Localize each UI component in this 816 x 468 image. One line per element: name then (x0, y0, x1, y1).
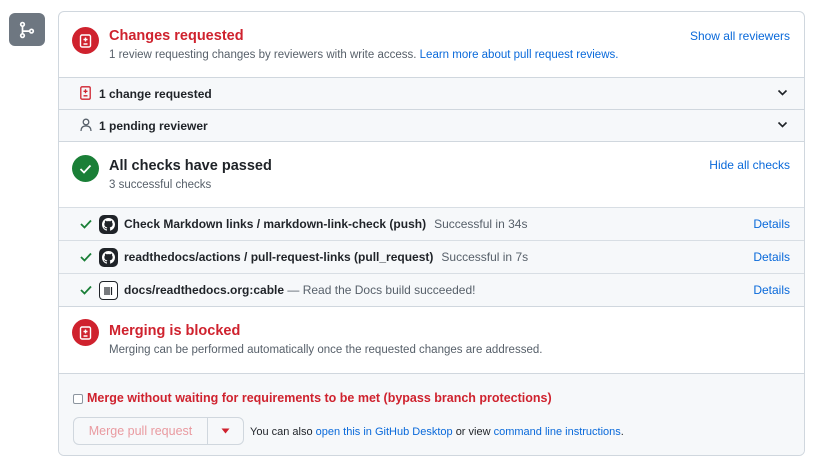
check-name-text: docs/readthedocs.org:cable (124, 283, 285, 297)
check-icon (80, 219, 92, 229)
check-name: readthedocs/actions / pull-request-links… (124, 250, 528, 264)
file-diff-icon (79, 325, 92, 340)
git-branch-icon (19, 21, 35, 38)
triangle-down-icon (221, 428, 230, 434)
bypass-checkbox[interactable] (73, 394, 83, 404)
check-item: Check Markdown links / markdown-link-che… (59, 207, 804, 240)
merging-blocked-subtitle: Merging can be performed automatically o… (109, 344, 543, 356)
alternative-merge-text: You can also open this in GitHub Desktop… (250, 426, 624, 438)
check-name-text: readthedocs/actions / pull-request-links… (124, 250, 434, 264)
changes-requested-subtitle-text: 1 review requesting changes by reviewers… (109, 49, 417, 61)
chevron-down-icon[interactable] (777, 89, 788, 97)
learn-more-reviews-link[interactable]: Learn more about pull request reviews. (420, 49, 619, 61)
check-details-link[interactable]: Details (753, 250, 790, 264)
divider (59, 306, 804, 307)
open-in-desktop-link[interactable]: open this in GitHub Desktop (316, 426, 453, 438)
hide-all-checks-link[interactable]: Hide all checks (709, 158, 790, 172)
check-icon (79, 164, 92, 174)
check-details-link[interactable]: Details (753, 217, 790, 231)
changes-requested-subtitle: 1 review requesting changes by reviewers… (109, 49, 618, 61)
check-icon (80, 252, 92, 262)
merge-pull-request-button[interactable]: Merge pull request (74, 418, 208, 444)
pending-reviewer-label: 1 pending reviewer (99, 119, 208, 133)
pending-reviewer-row[interactable]: 1 pending reviewer (59, 110, 804, 141)
alt-middle-text: or view (455, 426, 491, 438)
alt-prefix-text: You can also (250, 426, 313, 438)
file-diff-icon (80, 86, 91, 100)
merge-button-group: Merge pull request (73, 417, 244, 445)
show-all-reviewers-link[interactable]: Show all reviewers (690, 29, 790, 43)
merge-box: Merge without waiting for requirements t… (59, 373, 804, 455)
merging-blocked-status-icon (72, 319, 99, 346)
changes-requested-status-icon (72, 27, 99, 54)
person-icon (80, 118, 92, 132)
github-logo-icon (99, 248, 118, 267)
checks-title: All checks have passed (109, 158, 272, 174)
merging-blocked-title: Merging is blocked (109, 323, 241, 339)
bypass-label[interactable]: Merge without waiting for requirements t… (87, 391, 552, 405)
change-requested-label: 1 change requested (99, 87, 212, 101)
check-name: docs/readthedocs.org:cable — Read the Do… (124, 283, 476, 297)
github-logo-icon (99, 215, 118, 234)
check-description: — Read the Docs build succeeded! (284, 283, 476, 297)
divider (59, 141, 804, 142)
check-status: Successful in 34s (434, 217, 528, 231)
check-status: Successful in 7s (441, 250, 529, 264)
check-name-text: Check Markdown links / markdown-link-che… (124, 217, 427, 231)
change-requested-row[interactable]: 1 change requested (59, 78, 804, 109)
check-name: Check Markdown links / markdown-link-che… (124, 217, 527, 231)
changes-requested-title: Changes requested (109, 28, 244, 44)
check-item: readthedocs/actions / pull-request-links… (59, 240, 804, 273)
checks-passed-status-icon (72, 155, 99, 182)
command-line-instructions-link[interactable]: command line instructions (494, 426, 621, 438)
check-details-link[interactable]: Details (753, 283, 790, 297)
merge-method-dropdown-button[interactable] (208, 418, 243, 444)
check-item: docs/readthedocs.org:cable — Read the Do… (59, 273, 804, 306)
file-diff-icon (79, 33, 92, 48)
chevron-down-icon[interactable] (777, 121, 788, 129)
git-branch-badge (9, 13, 45, 46)
alt-suffix-text: . (620, 426, 624, 438)
checks-subtitle: 3 successful checks (109, 179, 212, 191)
check-icon (80, 285, 92, 295)
merge-status-panel: Changes requested 1 review requesting ch… (58, 11, 805, 456)
readthedocs-logo-icon (99, 281, 118, 300)
